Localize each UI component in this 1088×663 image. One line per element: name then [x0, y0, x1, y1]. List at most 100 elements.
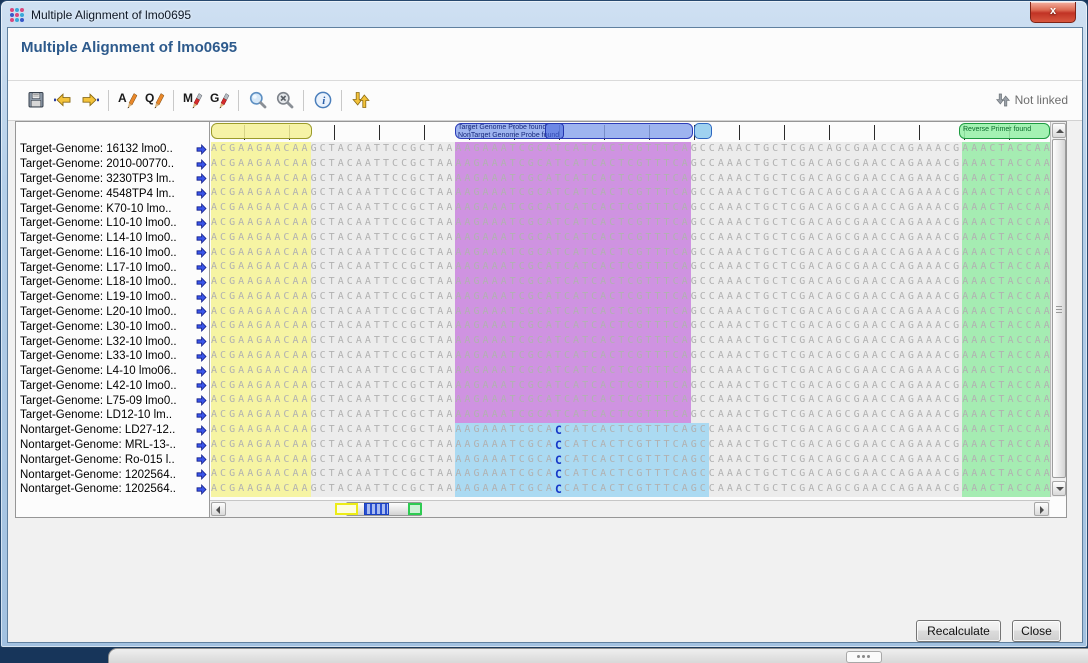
sequence-name-row[interactable]: Target-Genome: 4548TP4 lm.. — [16, 186, 209, 201]
sequence-name-row[interactable]: Target-Genome: L19-10 lmo0.. — [16, 290, 209, 305]
follow-sequence-arrow-icon[interactable] — [196, 203, 207, 214]
sequence-row[interactable]: ACGAAGAACAAGCTACAATTCCGCTAAAAGAAATCGCATC… — [211, 260, 1050, 275]
scroll-up-button[interactable] — [1052, 123, 1066, 138]
link-status[interactable]: Not linked — [995, 92, 1068, 108]
link-views-button[interactable] — [347, 87, 374, 114]
follow-sequence-arrow-icon[interactable] — [196, 410, 207, 421]
recalculate-button[interactable]: Recalculate — [916, 620, 1001, 642]
zoom-reset-button[interactable] — [271, 87, 298, 114]
sequence-name-row[interactable]: Target-Genome: L42-10 lmo0.. — [16, 379, 209, 394]
follow-sequence-arrow-icon[interactable] — [196, 366, 207, 377]
sequence-row[interactable]: ACGAAGAACAAGCTACAATTCCGCTAAAAGAAATCGCATC… — [211, 157, 1050, 172]
edit-a-button[interactable]: A — [114, 87, 141, 114]
edit-m-button[interactable]: M — [179, 87, 206, 114]
sequence-row[interactable]: ACGAAGAACAAGCTACAATTCCGCTAAAAGAAATCGCATC… — [211, 408, 1050, 423]
follow-sequence-arrow-icon[interactable] — [196, 469, 207, 480]
follow-sequence-arrow-icon[interactable] — [196, 484, 207, 495]
sequence-row[interactable]: ACGAAGAACAAGCTACAATTCCGCTAAAAGAAATCGCATC… — [211, 393, 1050, 408]
follow-sequence-arrow-icon[interactable] — [196, 262, 207, 273]
sequence-row[interactable]: ACGAAGAACAAGCTACAATTCCGCTAAAAGAAATCGCATC… — [211, 275, 1050, 290]
follow-sequence-arrow-icon[interactable] — [196, 159, 207, 170]
follow-sequence-arrow-icon[interactable] — [196, 425, 207, 436]
sequence-row[interactable]: ACGAAGAACAAGCTACAATTCCGCTAAAAGAAATCGCATC… — [211, 172, 1050, 187]
sequence-name-row[interactable]: Target-Genome: K70-10 lmo.. — [16, 201, 209, 216]
previous-conflict-button[interactable] — [49, 87, 76, 114]
next-conflict-button[interactable] — [76, 87, 103, 114]
sequence-alignment-view[interactable]: ACGAAGAACAAGCTACAATTCCGCTAAAAGAAATCGCATC… — [211, 142, 1050, 497]
sequence-name-row[interactable]: Target-Genome: L14-10 lmo0.. — [16, 231, 209, 246]
follow-sequence-arrow-icon[interactable] — [196, 306, 207, 317]
info-button[interactable]: i — [309, 87, 336, 114]
follow-sequence-arrow-icon[interactable] — [196, 144, 207, 155]
sequence-name-row[interactable]: Nontarget-Genome: Ro-015 l.. — [16, 452, 209, 467]
save-button[interactable] — [22, 87, 49, 114]
sequence-row[interactable]: ACGAAGAACAAGCTACAATTCCGCTAAAAGAAATCGCATC… — [211, 201, 1050, 216]
follow-sequence-arrow-icon[interactable] — [196, 277, 207, 288]
sequence-name-row[interactable]: Target-Genome: L4-10 lmo06.. — [16, 364, 209, 379]
follow-sequence-arrow-icon[interactable] — [196, 454, 207, 465]
follow-sequence-arrow-icon[interactable] — [196, 173, 207, 184]
follow-sequence-arrow-icon[interactable] — [196, 188, 207, 199]
sequence-row[interactable]: ACGAAGAACAAGCTACAATTCCGCTAAAAGAAATCGCACC… — [211, 423, 1050, 438]
vertical-scroll-thumb[interactable] — [1052, 139, 1066, 478]
sequence-row[interactable]: ACGAAGAACAAGCTACAATTCCGCTAAAAGAAATCGCATC… — [211, 246, 1050, 261]
sequence-name-row[interactable]: Nontarget-Genome: 1202564.. — [16, 467, 209, 482]
follow-sequence-arrow-icon[interactable] — [196, 380, 207, 391]
nontarget-probe-annotation-tail[interactable] — [694, 123, 712, 139]
sequence-row[interactable]: ACGAAGAACAAGCTACAATTCCGCTAAAAGAAATCGCACC… — [211, 438, 1050, 453]
sequence-row[interactable]: ACGAAGAACAAGCTACAATTCCGCTAAAAGAAATCGCATC… — [211, 319, 1050, 334]
sequence-name-row[interactable]: Nontarget-Genome: MRL-13-.. — [16, 438, 209, 453]
edit-g-button[interactable]: G — [206, 87, 233, 114]
follow-sequence-arrow-icon[interactable] — [196, 218, 207, 229]
window-close-button[interactable]: x — [1030, 2, 1076, 23]
sequence-name-row[interactable]: Target-Genome: L10-10 lmo0.. — [16, 216, 209, 231]
sequence-name-row[interactable]: Target-Genome: 3230TP3 lm.. — [16, 172, 209, 187]
sequence-row[interactable]: ACGAAGAACAAGCTACAATTCCGCTAAAAGAAATCGCATC… — [211, 349, 1050, 364]
sequence-row[interactable]: ACGAAGAACAAGCTACAATTCCGCTAAAAGAAATCGCATC… — [211, 186, 1050, 201]
follow-sequence-arrow-icon[interactable] — [196, 321, 207, 332]
title-bar[interactable]: Multiple Alignment of lmo0695 x — [1, 1, 1087, 27]
sequence-name-row[interactable]: Target-Genome: L18-10 lmo0.. — [16, 275, 209, 290]
follow-sequence-arrow-icon[interactable] — [196, 395, 207, 406]
edit-q-button[interactable]: Q — [141, 87, 168, 114]
follow-sequence-arrow-icon[interactable] — [196, 351, 207, 362]
sequence-row[interactable]: ACGAAGAACAAGCTACAATTCCGCTAAAAGAAATCGCATC… — [211, 305, 1050, 320]
scroll-right-button[interactable] — [1034, 502, 1049, 516]
sequence-row[interactable]: ACGAAGAACAAGCTACAATTCCGCTAAAAGAAATCGCATC… — [211, 216, 1050, 231]
sequence-row[interactable]: ACGAAGAACAAGCTACAATTCCGCTAAAAGAAATCGCACC… — [211, 467, 1050, 482]
sequence-name-row[interactable]: Nontarget-Genome: 1202564.. — [16, 482, 209, 497]
sequence-name-row[interactable]: Target-Genome: L30-10 lmo0.. — [16, 319, 209, 334]
follow-sequence-arrow-icon[interactable] — [196, 292, 207, 303]
sequence-row[interactable]: ACGAAGAACAAGCTACAATTCCGCTAAAAGAAATCGCATC… — [211, 231, 1050, 246]
sequence-name-row[interactable]: Target-Genome: L16-10 lmo0.. — [16, 245, 209, 260]
follow-sequence-arrow-icon[interactable] — [196, 233, 207, 244]
follow-sequence-arrow-icon[interactable] — [196, 336, 207, 347]
follow-sequence-arrow-icon[interactable] — [196, 247, 207, 258]
close-button[interactable]: Close — [1012, 620, 1061, 642]
sequence-name-row[interactable]: Target-Genome: 16132 lmo0.. — [16, 142, 209, 157]
horizontal-scrollbar[interactable] — [210, 500, 1050, 517]
zoom-button[interactable] — [244, 87, 271, 114]
sequence-row[interactable]: ACGAAGAACAAGCTACAATTCCGCTAAAAGAAATCGCATC… — [211, 364, 1050, 379]
sequence-row[interactable]: ACGAAGAACAAGCTACAATTCCGCTAAAAGAAATCGCACC… — [211, 453, 1050, 468]
vertical-scrollbar[interactable] — [1050, 122, 1066, 497]
sequence-name-row[interactable]: Target-Genome: L32-10 lmo0.. — [16, 334, 209, 349]
sequence-name-row[interactable]: Target-Genome: L17-10 lmo0.. — [16, 260, 209, 275]
sequence-name-row[interactable]: Target-Genome: LD12-10 lm.. — [16, 408, 209, 423]
forward-primer-annotation[interactable] — [211, 123, 312, 139]
probe-annotation-marker[interactable] — [545, 123, 564, 139]
sequence-name-row[interactable]: Target-Genome: L75-09 lmo0.. — [16, 393, 209, 408]
sequence-row[interactable]: ACGAAGAACAAGCTACAATTCCGCTAAAAGAAATCGCATC… — [211, 290, 1050, 305]
sequence-row[interactable]: ACGAAGAACAAGCTACAATTCCGCTAAAAGAAATCGCATC… — [211, 379, 1050, 394]
scroll-left-button[interactable] — [211, 502, 226, 516]
sequence-row[interactable]: ACGAAGAACAAGCTACAATTCCGCTAAAAGAAATCGCACC… — [211, 482, 1050, 497]
follow-sequence-arrow-icon[interactable] — [196, 440, 207, 451]
scroll-down-button[interactable] — [1052, 481, 1066, 496]
sequence-name-row[interactable]: Target-Genome: L20-10 lmo0.. — [16, 305, 209, 320]
sequence-name-row[interactable]: Nontarget-Genome: LD27-12.. — [16, 423, 209, 438]
reverse-primer-annotation[interactable]: Reverse Primer found — [959, 123, 1050, 139]
sequence-name-row[interactable]: Target-Genome: L33-10 lmo0.. — [16, 349, 209, 364]
sequence-name-row[interactable]: Target-Genome: 2010-00770.. — [16, 157, 209, 172]
sequence-row[interactable]: ACGAAGAACAAGCTACAATTCCGCTAAAAGAAATCGCATC… — [211, 334, 1050, 349]
sequence-row[interactable]: ACGAAGAACAAGCTACAATTCCGCTAAAAGAAATCGCATC… — [211, 142, 1050, 157]
